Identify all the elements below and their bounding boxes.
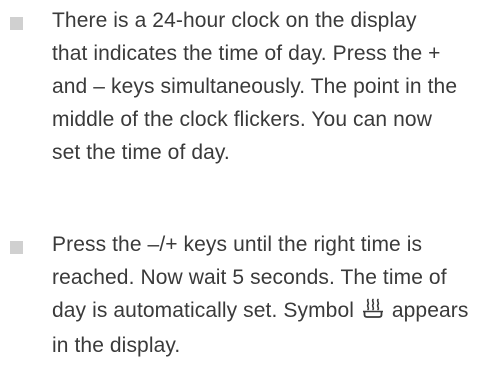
text-line-with-symbol: day is automatically set. Symbol appears — [52, 294, 472, 329]
text-segment: day is automatically set. Symbol — [52, 299, 360, 322]
paragraph-set-clock-steps: Press the –/+ keys until the right time … — [52, 228, 472, 362]
text-line: in the display. — [52, 334, 181, 357]
square-bullet-icon — [10, 17, 23, 30]
text-line: and – keys simultaneously. The point in … — [52, 75, 458, 98]
text-line: that indicates the time of day. Press th… — [52, 42, 441, 65]
cooking-pot-heat-icon — [362, 296, 384, 329]
instruction-document: There is a 24-hour clock on the display … — [0, 0, 478, 366]
text-line: reached. Now wait 5 seconds. The time of — [52, 266, 447, 289]
square-bullet-icon — [10, 241, 23, 254]
paragraph-set-clock-intro: There is a 24-hour clock on the display … — [52, 4, 472, 169]
text-line: set the time of day. — [52, 141, 230, 164]
text-segment: appears — [385, 299, 469, 322]
text-line: There is a 24-hour clock on the display — [52, 9, 417, 32]
text-line: middle of the clock flickers. You can no… — [52, 108, 432, 131]
text-line: Press the –/+ keys until the right time … — [52, 233, 423, 256]
